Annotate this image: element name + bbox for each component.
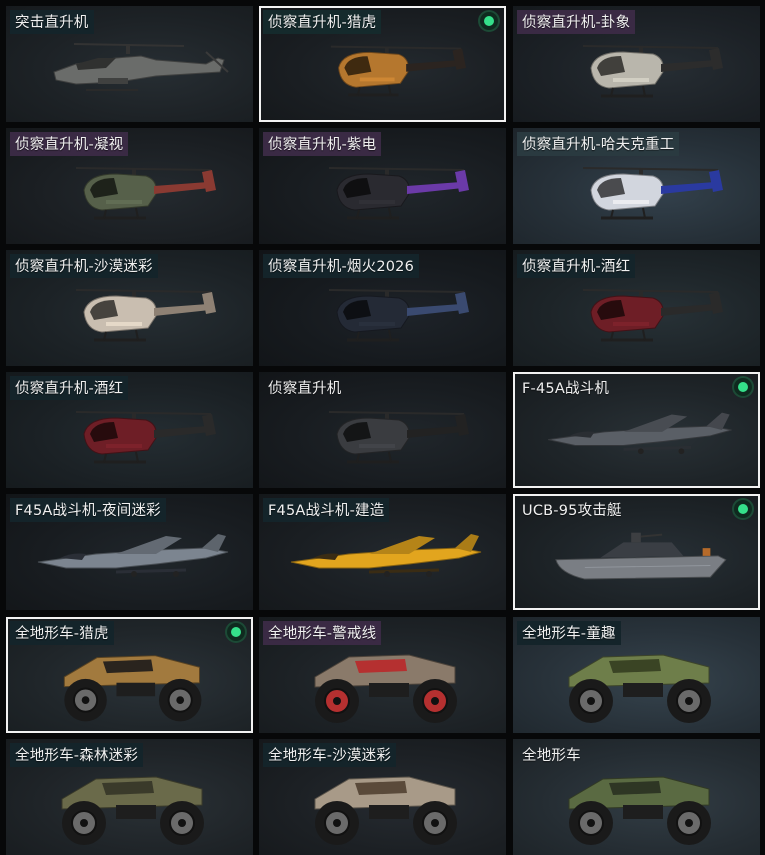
vehicle-skin-name: 全地形车 [522,748,581,764]
vehicle-skin-card[interactable]: 全地形车-警戒线 [259,617,506,733]
equipped-indicator-icon [734,378,752,396]
vehicle-skin-name: 侦察直升机-卦象 [517,10,636,34]
vehicle-skin-name: 全地形车-警戒线 [263,621,382,645]
vehicle-skin-card[interactable]: 侦察直升机-卦象 [513,6,760,122]
equipped-indicator-icon [480,12,498,30]
vehicle-skin-card[interactable]: 侦察直升机-酒红 [513,250,760,366]
equipped-indicator-icon [734,500,752,518]
vehicle-skin-card[interactable]: 侦察直升机 [259,372,506,488]
vehicle-skin-name: 全地形车-猎虎 [10,621,114,645]
vehicle-skin-name: 全地形车-森林迷彩 [10,743,144,767]
vehicle-skin-grid: 突击直升机 侦察直升机-猎虎 侦察直升机-卦象 侦察直升机-凝视 侦察直升机-紫… [0,0,765,855]
vehicle-skin-name: 侦察直升机-猎虎 [263,10,382,34]
vehicle-skin-name: 侦察直升机-凝视 [10,132,129,156]
vehicle-skin-card[interactable]: 侦察直升机-哈夫克重工 [513,128,760,244]
vehicle-skin-card[interactable]: UCB-95攻击艇 [513,494,760,610]
vehicle-skin-card[interactable]: 突击直升机 [6,6,253,122]
vehicle-skin-name: 侦察直升机-烟火2026 [263,254,420,278]
vehicle-skin-card[interactable]: 全地形车 [513,739,760,855]
vehicle-skin-name: 突击直升机 [10,10,94,34]
vehicle-skin-card[interactable]: 侦察直升机-猎虎 [259,6,506,122]
vehicle-skin-card[interactable]: 侦察直升机-凝视 [6,128,253,244]
vehicle-skin-card[interactable]: 全地形车-森林迷彩 [6,739,253,855]
vehicle-skin-name: 侦察直升机-沙漠迷彩 [10,254,158,278]
vehicle-skin-name: F45A战斗机-建造 [263,498,390,522]
vehicle-skin-name: 侦察直升机-哈夫克重工 [517,132,680,156]
vehicle-skin-card[interactable]: 侦察直升机-沙漠迷彩 [6,250,253,366]
vehicle-skin-card[interactable]: F45A战斗机-夜间迷彩 [6,494,253,610]
vehicle-skin-name: 侦察直升机-酒红 [517,254,636,278]
vehicle-skin-card[interactable]: 全地形车-童趣 [513,617,760,733]
vehicle-skin-name: 侦察直升机 [268,381,342,397]
vehicle-skin-card[interactable]: F-45A战斗机 [513,372,760,488]
vehicle-skin-card[interactable]: 侦察直升机-酒红 [6,372,253,488]
vehicle-skin-card[interactable]: 侦察直升机-烟火2026 [259,250,506,366]
vehicle-skin-name: 全地形车-童趣 [517,621,621,645]
vehicle-skin-card[interactable]: 全地形车-沙漠迷彩 [259,739,506,855]
vehicle-skin-card[interactable]: 侦察直升机-紫电 [259,128,506,244]
vehicle-skin-name: 全地形车-沙漠迷彩 [263,743,397,767]
vehicle-skin-card[interactable]: 全地形车-猎虎 [6,617,253,733]
vehicle-skin-card[interactable]: F45A战斗机-建造 [259,494,506,610]
equipped-indicator-icon [227,623,245,641]
vehicle-skin-name: 侦察直升机-紫电 [263,132,382,156]
vehicle-skin-name: F45A战斗机-夜间迷彩 [10,498,166,522]
vehicle-skin-name: F-45A战斗机 [522,381,610,397]
vehicle-skin-name: UCB-95攻击艇 [522,503,622,519]
vehicle-skin-name: 侦察直升机-酒红 [10,376,129,400]
